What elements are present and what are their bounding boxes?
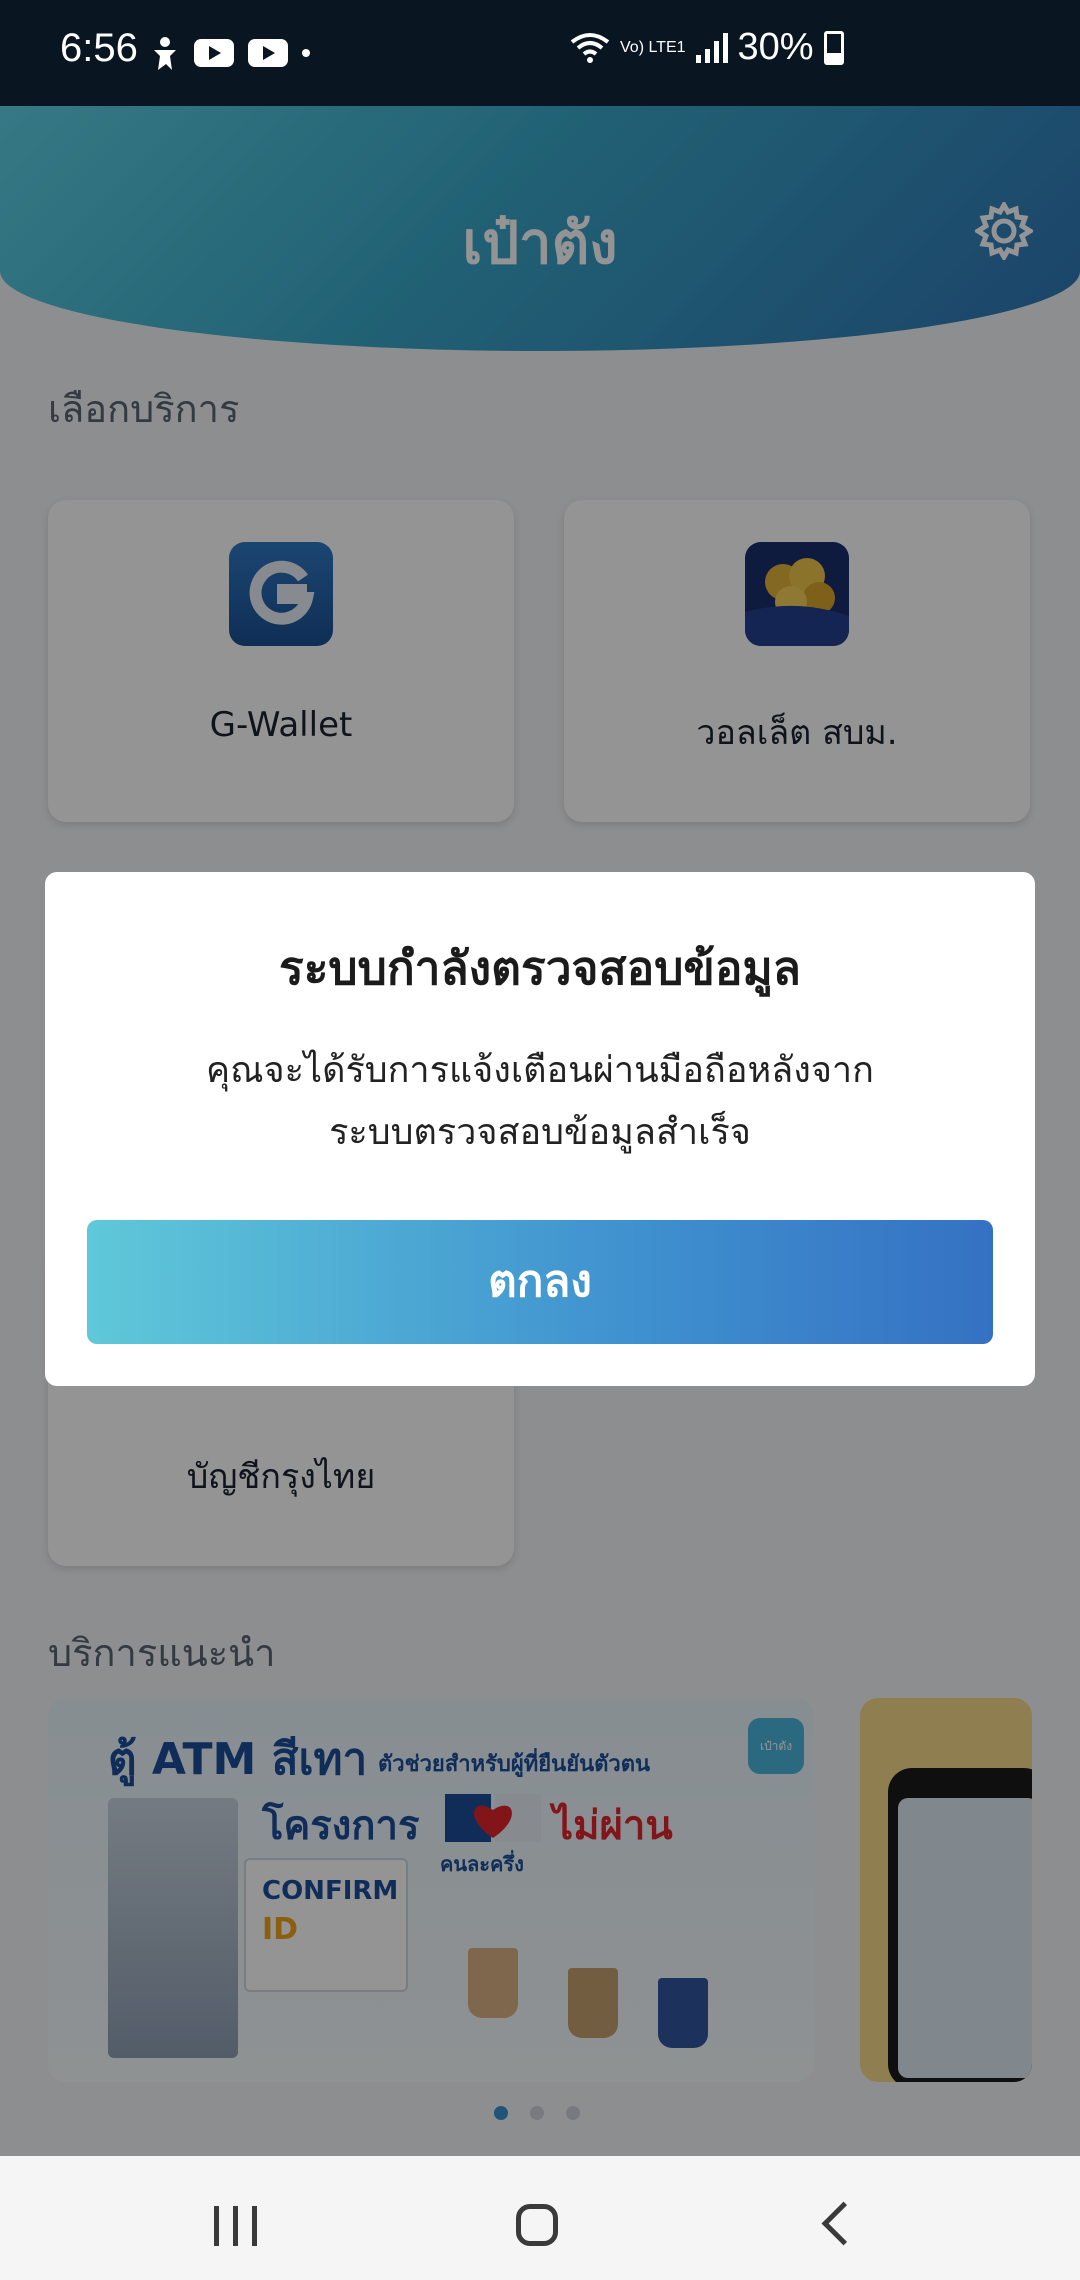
youtube-icon <box>248 39 288 67</box>
system-nav-bar <box>0 2156 1080 2280</box>
status-time: 6:56 <box>60 26 138 70</box>
ok-button[interactable]: ตกลง <box>87 1220 993 1344</box>
recents-icon[interactable] <box>214 2206 257 2246</box>
verification-dialog: ระบบกำลังตรวจสอบข้อมูล คุณจะได้รับการแจ้… <box>45 872 1035 1386</box>
dialog-message: คุณจะได้รับการแจ้งเตือนผ่านมือถือหลังจาก… <box>206 1050 874 1153</box>
youtube-icon <box>194 39 234 67</box>
battery-percent: 30% <box>737 26 814 68</box>
back-icon[interactable] <box>821 2201 866 2246</box>
signal-icon <box>695 32 728 63</box>
status-bar: 6:56 Vo) LTE1 30% <box>0 0 1080 106</box>
battery-icon <box>823 30 844 65</box>
wifi-icon <box>570 32 610 63</box>
system-status: Vo) LTE1 30% <box>570 26 844 69</box>
home-icon[interactable] <box>516 2204 558 2246</box>
dialog-title: ระบบกำลังตรวจสอบข้อมูล <box>279 941 801 995</box>
network-type: Vo) LTE1 <box>620 38 686 56</box>
accessibility-icon <box>154 37 176 70</box>
notification-icons <box>150 36 310 70</box>
more-notifications-icon <box>302 49 310 57</box>
